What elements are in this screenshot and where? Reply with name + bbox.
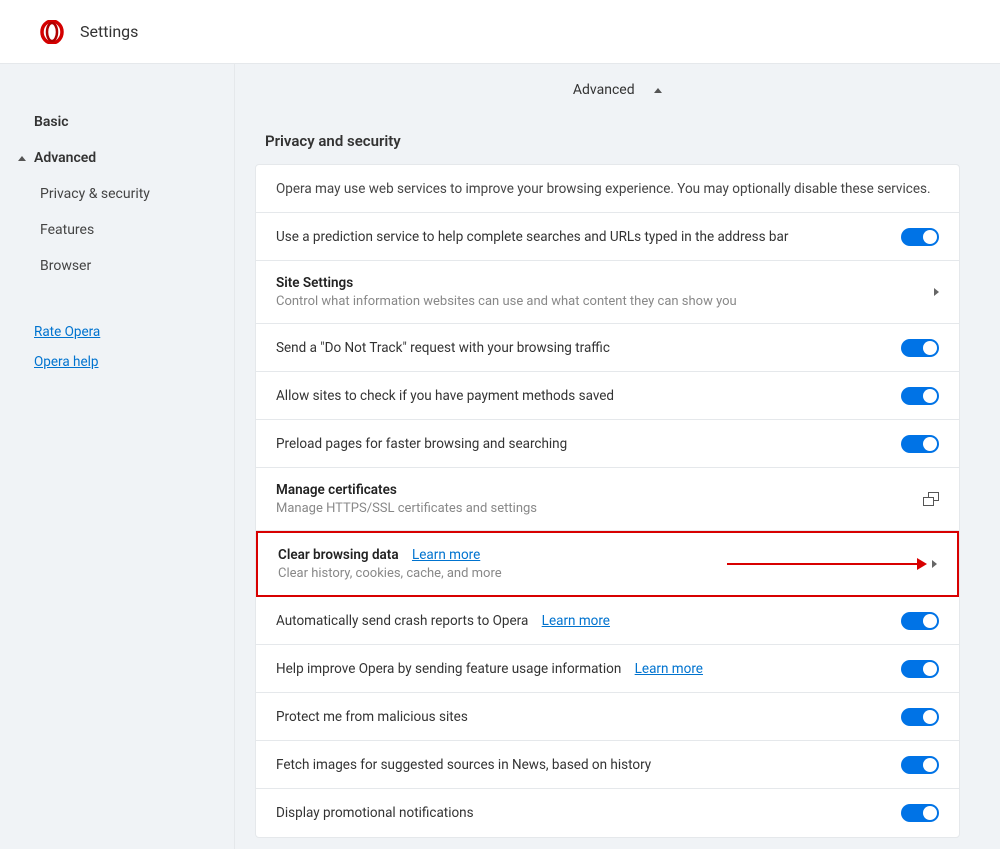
layout: Basic Advanced Privacy & security Featur…: [0, 64, 1000, 849]
sidebar-item-advanced[interactable]: Advanced: [34, 140, 234, 176]
chevron-right-icon: [932, 560, 937, 568]
toggle-crash-reports[interactable]: [901, 612, 939, 630]
sidebar: Basic Advanced Privacy & security Featur…: [0, 64, 235, 849]
row-payment-methods: Allow sites to check if you have payment…: [256, 372, 959, 420]
caret-up-icon: [654, 88, 662, 93]
section-toggle-advanced[interactable]: Advanced: [235, 64, 1000, 116]
row-label: Automatically send crash reports to Oper…: [276, 613, 528, 629]
row-text: Site Settings Control what information w…: [276, 275, 934, 309]
row-text: Help improve Opera by sending feature us…: [276, 661, 901, 677]
external-link-icon: [923, 492, 939, 506]
row-label: Fetch images for suggested sources in Ne…: [276, 757, 901, 773]
row-manage-certificates[interactable]: Manage certificates Manage HTTPS/SSL cer…: [256, 468, 959, 531]
row-label: Preload pages for faster browsing and se…: [276, 436, 901, 452]
row-label: Send a "Do Not Track" request with your …: [276, 340, 901, 356]
row-title: Manage certificates: [276, 482, 903, 498]
toggle-promotional-notifications[interactable]: [901, 804, 939, 822]
row-preload-pages: Preload pages for faster browsing and se…: [256, 420, 959, 468]
toggle-payment-methods[interactable]: [901, 387, 939, 405]
row-promotional-notifications: Display promotional notifications: [256, 789, 959, 837]
row-text: Manage certificates Manage HTTPS/SSL cer…: [276, 482, 923, 516]
row-malicious-sites: Protect me from malicious sites: [256, 693, 959, 741]
row-title: Site Settings: [276, 275, 914, 291]
learn-more-link[interactable]: Learn more: [635, 661, 703, 677]
sidebar-item-basic[interactable]: Basic: [34, 104, 234, 140]
row-site-settings[interactable]: Site Settings Control what information w…: [256, 261, 959, 324]
content-wrap: Privacy and security Opera may use web s…: [235, 116, 1000, 849]
row-text: Automatically send crash reports to Oper…: [276, 613, 901, 629]
sidebar-item-features[interactable]: Features: [40, 212, 234, 248]
topbar: Settings: [0, 0, 1000, 64]
learn-more-link[interactable]: Learn more: [542, 613, 610, 629]
page-title: Settings: [80, 22, 138, 41]
row-label: Help improve Opera by sending feature us…: [276, 661, 621, 677]
toggle-prediction-service[interactable]: [901, 228, 939, 246]
section-heading-privacy: Privacy and security: [255, 116, 960, 164]
section-toggle-label: Advanced: [573, 82, 635, 98]
row-feature-usage: Help improve Opera by sending feature us…: [256, 645, 959, 693]
learn-more-link[interactable]: Learn more: [412, 547, 480, 563]
toggle-feature-usage[interactable]: [901, 660, 939, 678]
toggle-do-not-track[interactable]: [901, 339, 939, 357]
row-subtitle: Manage HTTPS/SSL certificates and settin…: [276, 501, 903, 516]
annotation-arrow-icon: [727, 554, 927, 574]
sidebar-links: Rate Opera Opera help: [34, 324, 234, 370]
main-content: Advanced Privacy and security Opera may …: [235, 64, 1000, 849]
row-label: Allow sites to check if you have payment…: [276, 388, 901, 404]
sidebar-item-privacy-security[interactable]: Privacy & security: [40, 176, 234, 212]
row-subtitle: Control what information websites can us…: [276, 294, 914, 309]
opera-logo-icon: [40, 20, 64, 44]
row-label: Use a prediction service to help complet…: [276, 229, 901, 245]
link-rate-opera[interactable]: Rate Opera: [34, 324, 234, 340]
sidebar-item-label: Advanced: [34, 150, 96, 166]
toggle-malicious-sites[interactable]: [901, 708, 939, 726]
row-label: Display promotional notifications: [276, 805, 901, 821]
toggle-preload-pages[interactable]: [901, 435, 939, 453]
sidebar-item-browser[interactable]: Browser: [40, 248, 234, 284]
intro-row: Opera may use web services to improve yo…: [256, 165, 959, 213]
row-clear-browsing-data[interactable]: Clear browsing data Learn more Clear his…: [256, 531, 959, 597]
intro-text: Opera may use web services to improve yo…: [276, 181, 931, 197]
row-crash-reports: Automatically send crash reports to Oper…: [256, 597, 959, 645]
row-label: Protect me from malicious sites: [276, 709, 901, 725]
row-prediction-service: Use a prediction service to help complet…: [256, 213, 959, 261]
sidebar-sublist: Privacy & security Features Browser: [34, 176, 234, 284]
row-title: Clear browsing data: [278, 547, 399, 563]
link-opera-help[interactable]: Opera help: [34, 354, 234, 370]
caret-up-icon: [18, 156, 26, 161]
toggle-news-images[interactable]: [901, 756, 939, 774]
row-do-not-track: Send a "Do Not Track" request with your …: [256, 324, 959, 372]
row-news-images: Fetch images for suggested sources in Ne…: [256, 741, 959, 789]
chevron-right-icon: [934, 288, 939, 296]
settings-panel: Opera may use web services to improve yo…: [255, 164, 960, 838]
